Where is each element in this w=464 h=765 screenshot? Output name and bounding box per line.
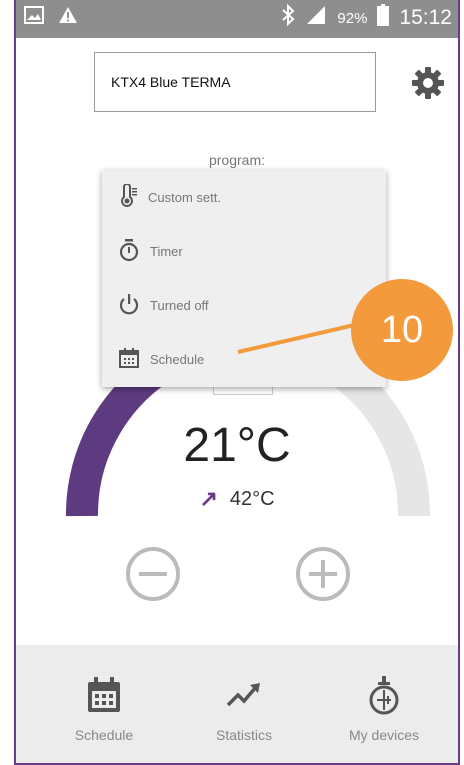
nav-item-my-devices[interactable]: My devices	[324, 675, 444, 743]
status-bar: 92% 15:12	[16, 0, 458, 38]
device-icon	[324, 675, 444, 715]
nav-label: My devices	[348, 727, 420, 743]
app-frame: 92% 15:12 KTX4 Blue TERMA program: 21°C …	[14, 0, 460, 765]
bottom-navigation: Schedule Statistics My devices	[16, 645, 458, 763]
nav-label: Schedule	[74, 727, 134, 743]
annotation-badge: 10	[351, 279, 453, 381]
minus-circle-icon[interactable]	[124, 545, 182, 603]
current-temperature: 21°C	[183, 419, 291, 472]
menu-item-label: Custom sett.	[148, 189, 221, 205]
nav-item-statistics[interactable]: Statistics	[184, 675, 304, 743]
plus-circle-icon[interactable]	[294, 545, 352, 603]
target-temperature: 42°C	[229, 487, 275, 510]
arrow-up-right-icon: ↗	[199, 486, 218, 511]
power-icon	[118, 292, 140, 319]
calendar-icon	[44, 675, 164, 715]
image-icon	[24, 6, 44, 29]
stopwatch-icon	[118, 238, 140, 265]
device-name: KTX4 Blue TERMA	[111, 74, 231, 90]
target-temperature-row: ↗ 42°C	[16, 486, 458, 512]
device-selector[interactable]: KTX4 Blue TERMA	[94, 52, 376, 112]
nav-item-schedule[interactable]: Schedule	[44, 675, 164, 743]
program-label: program:	[208, 152, 266, 168]
menu-item-custom-settings[interactable]: Custom sett.	[102, 170, 386, 224]
signal-icon	[305, 5, 327, 31]
menu-item-label: Schedule	[150, 351, 205, 367]
gear-icon[interactable]	[410, 65, 446, 101]
menu-item-label: Turned off	[150, 297, 209, 313]
clock-time: 15:12	[399, 6, 452, 29]
calendar-icon	[118, 347, 140, 372]
bluetooth-icon	[281, 3, 295, 32]
battery-icon	[377, 4, 390, 32]
menu-item-label: Timer	[150, 243, 183, 259]
nav-label: Statistics	[215, 727, 272, 743]
thermometer-icon	[118, 182, 138, 211]
battery-percent: 92%	[337, 9, 368, 27]
warning-icon	[58, 6, 78, 29]
chart-icon	[184, 675, 304, 715]
menu-item-timer[interactable]: Timer	[102, 224, 386, 278]
